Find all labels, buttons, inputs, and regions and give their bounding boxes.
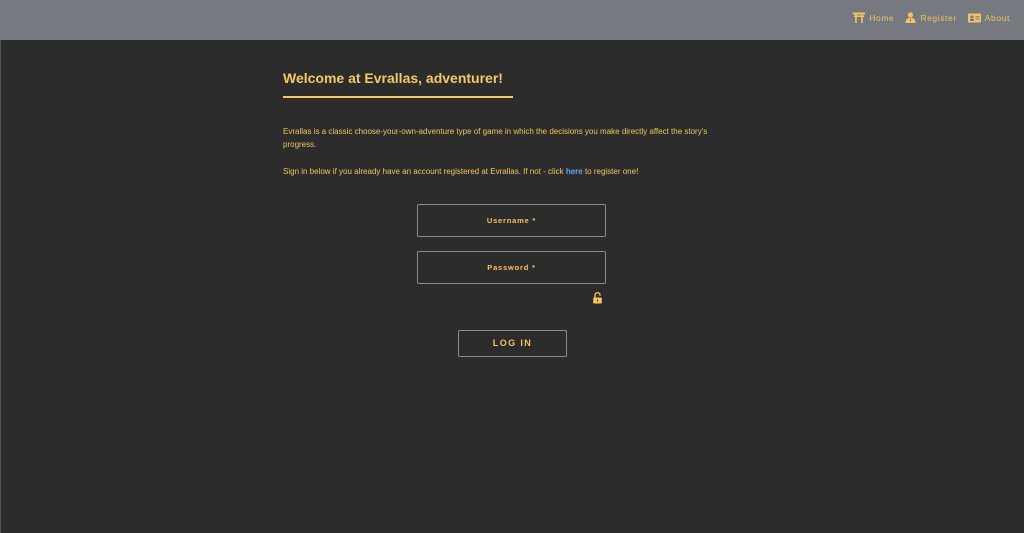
signin-text: Sign in below if you already have an acc…	[283, 165, 733, 178]
nav-about-label: About	[984, 12, 1010, 23]
login-button[interactable]: LOG IN	[458, 330, 567, 357]
username-label: Username *	[486, 216, 537, 225]
torii-gate-icon	[853, 12, 866, 23]
page-left-border	[0, 40, 1, 533]
password-field[interactable]: Password *	[417, 251, 606, 284]
intro-text: Evrallas is a classic choose-your-own-ad…	[283, 127, 708, 149]
password-label: Password *	[487, 263, 536, 272]
nav-about-link[interactable]: About	[967, 12, 1010, 23]
title-underline	[283, 96, 513, 98]
nav-menu: Home Register About	[853, 12, 1010, 23]
user-tie-icon	[905, 12, 916, 23]
top-navbar: Home Register About	[0, 0, 1024, 40]
lock-open-icon[interactable]	[592, 291, 603, 309]
signin-prefix: Sign in below if you already have an acc…	[283, 167, 566, 176]
nav-register-label: Register	[920, 12, 957, 23]
username-field[interactable]: Username *	[417, 204, 606, 237]
page-title: Welcome at Evrallas, adventurer!	[283, 70, 503, 86]
nav-home-label: Home	[869, 12, 895, 23]
register-here-link[interactable]: here	[566, 167, 583, 176]
nav-home-link[interactable]: Home	[853, 12, 894, 23]
signin-suffix: to register one!	[582, 167, 639, 176]
welcome-section: Welcome at Evrallas, adventurer! Evralla…	[283, 69, 743, 176]
id-card-icon	[967, 13, 981, 23]
nav-register-link[interactable]: Register	[905, 12, 956, 23]
